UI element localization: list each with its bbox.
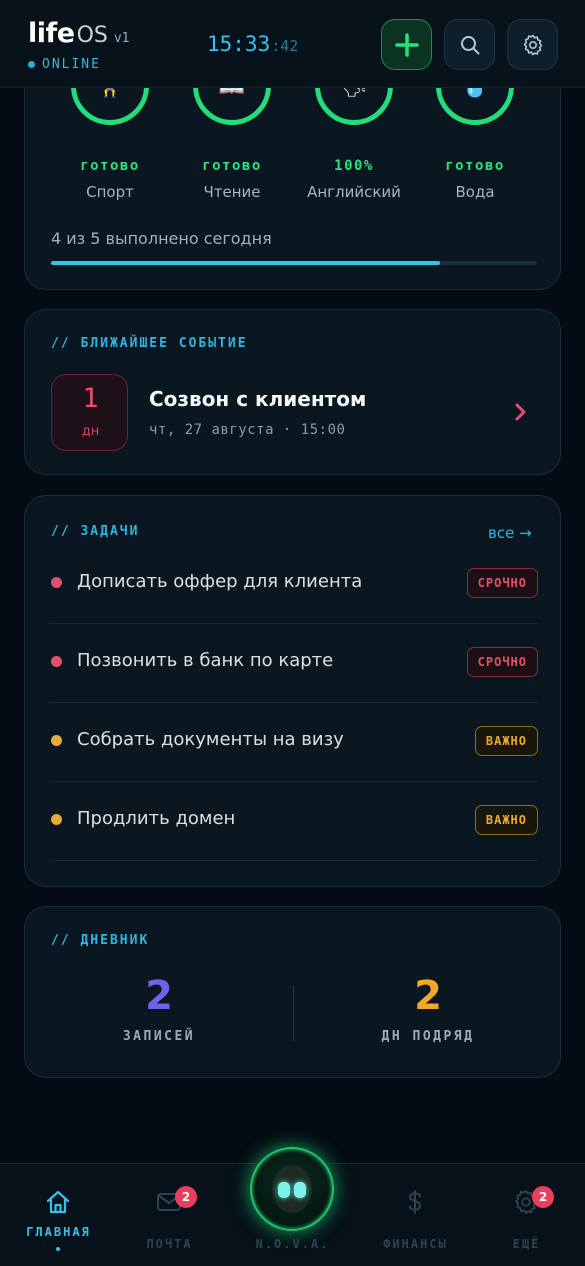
nav-mail[interactable]: 2 ПОЧТА (111, 1164, 228, 1266)
brand-logo: life OS v1 (28, 18, 130, 49)
home-icon (40, 1184, 76, 1220)
gear-icon (523, 34, 542, 55)
dollar-icon (397, 1184, 433, 1220)
priority-badge: СРОЧНО (466, 647, 538, 677)
diary-streak-label: ДН ПОДРЯД (381, 1029, 475, 1044)
mail-unread-badge: 2 (175, 1186, 197, 1208)
priority-badge: СРОЧНО (466, 568, 538, 598)
nav-label: ГЛАВНАЯ (26, 1225, 91, 1239)
online-status: ONLINE (28, 57, 101, 72)
priority-dot-icon (51, 814, 62, 825)
diary-streak-stat: 2 ДН ПОДРЯД (294, 973, 562, 1044)
brand-life: life (28, 18, 75, 49)
section-title-event: // БЛИЖАЙШЕЕ СОБЫТИЕ (51, 336, 248, 351)
task-item[interactable]: Продлить домен ВАЖНО (49, 782, 538, 861)
habits-progress-fill (51, 261, 440, 265)
section-title-diary: // ДНЕВНИК (51, 933, 150, 948)
habit-name: Английский (307, 183, 401, 201)
task-title: Собрать документы на визу (77, 729, 344, 750)
event-day-unit: дн (81, 424, 100, 439)
event-datetime: чт, 27 августа · 15:00 (149, 422, 346, 438)
diary-entries-value: 2 (145, 973, 173, 1019)
diary-streak-value: 2 (414, 973, 442, 1019)
event-countdown: 1 дн (51, 374, 128, 451)
nav-label: ПОЧТА (146, 1237, 193, 1251)
app-header: life OS v1 ONLINE 15:33 :42 (0, 0, 585, 88)
robot-eye-icon (294, 1182, 306, 1198)
habit-status: готово (80, 158, 140, 174)
habits-summary: 4 из 5 выполнено сегодня (51, 229, 272, 248)
search-button[interactable] (444, 19, 495, 70)
habit-name: Спорт (86, 183, 134, 201)
nav-label: N.O.V.A. (255, 1237, 330, 1251)
habit-status: 100% (334, 158, 374, 174)
tasks-all-link[interactable]: все → (488, 524, 532, 542)
clock: 15:33 :42 (207, 32, 298, 56)
nav-finance[interactable]: ФИНАНСЫ (357, 1164, 474, 1266)
brand-version: v1 (113, 31, 130, 46)
priority-dot-icon (51, 656, 62, 667)
active-indicator (56, 1247, 60, 1251)
search-icon (460, 35, 479, 54)
task-item[interactable]: Собрать документы на визу ВАЖНО (49, 703, 538, 782)
habit-name: Вода (455, 183, 495, 201)
nav-label: ЕЩЁ (512, 1237, 541, 1251)
diary-entries-stat: 2 ЗАПИСЕЙ (25, 973, 293, 1044)
clock-time: 15:33 (207, 32, 271, 56)
priority-dot-icon (51, 735, 62, 746)
priority-dot-icon (51, 577, 62, 588)
robot-face-icon (272, 1165, 312, 1213)
nav-home[interactable]: ГЛАВНАЯ (0, 1164, 117, 1266)
robot-eye-icon (278, 1182, 290, 1198)
habit-status: готово (445, 158, 505, 174)
priority-badge: ВАЖНО (474, 726, 538, 756)
nav-label: ФИНАНСЫ (383, 1237, 448, 1251)
diary-card[interactable]: // ДНЕВНИК 2 ЗАПИСЕЙ 2 ДН ПОДРЯД (24, 906, 561, 1078)
next-event-card[interactable]: // БЛИЖАЙШЕЕ СОБЫТИЕ 1 дн Созвон с клиен… (24, 309, 561, 475)
diary-entries-label: ЗАПИСЕЙ (122, 1029, 196, 1044)
chevron-right-icon[interactable] (514, 402, 528, 422)
tasks-card: // ЗАДАЧИ все → Дописать оффер для клиен… (24, 495, 561, 887)
brand-os: OS (76, 23, 108, 48)
event-title: Созвон с клиентом (149, 387, 367, 411)
more-badge: 2 (532, 1186, 554, 1208)
event-day-count: 1 (82, 383, 99, 414)
habits-progress-bar (51, 261, 537, 265)
plus-icon (394, 32, 419, 57)
status-text: ONLINE (42, 57, 101, 72)
task-title: Позвонить в банк по карте (77, 650, 334, 671)
task-item[interactable]: Дописать оффер для клиента СРОЧНО (49, 545, 538, 624)
habit-name: Чтение (203, 183, 261, 201)
clock-seconds: :42 (271, 37, 299, 55)
settings-button[interactable] (507, 19, 558, 70)
section-title-tasks: // ЗАДАЧИ (51, 524, 140, 539)
task-title: Продлить домен (77, 808, 236, 829)
task-title: Дописать оффер для клиента (77, 571, 363, 592)
add-button[interactable] (381, 19, 432, 70)
habit-status: готово (202, 158, 262, 174)
nova-assistant-button[interactable] (250, 1147, 334, 1231)
task-item[interactable]: Позвонить в банк по карте СРОЧНО (49, 624, 538, 703)
nav-more[interactable]: 2 ЕЩЁ (468, 1164, 585, 1266)
status-dot-icon (28, 61, 35, 68)
priority-badge: ВАЖНО (474, 805, 538, 835)
